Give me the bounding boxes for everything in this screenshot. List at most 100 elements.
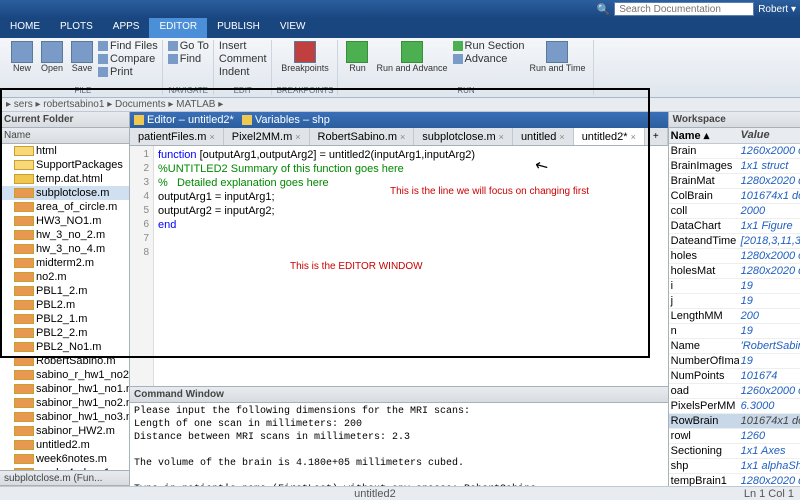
- user-menu[interactable]: Robert ▾: [758, 4, 796, 15]
- run-advance-button[interactable]: Run and Advance: [373, 40, 450, 74]
- workspace-row[interactable]: shp1x1 alphaSha: [669, 459, 800, 474]
- editor-tab[interactable]: patientFiles.m×: [130, 128, 224, 145]
- search-icon: 🔍: [596, 3, 610, 16]
- file-item[interactable]: PBL2_1.m: [0, 312, 129, 326]
- run-section-button[interactable]: Run Section: [453, 40, 525, 52]
- editor-area[interactable]: 12345678 function [outputArg1,outputArg2…: [130, 146, 668, 386]
- goto-button[interactable]: Go To: [168, 40, 209, 52]
- close-icon[interactable]: ×: [559, 132, 564, 142]
- file-item[interactable]: temp.dat.html: [0, 172, 129, 186]
- column-header[interactable]: Name: [0, 128, 129, 144]
- main-tab-view[interactable]: VIEW: [270, 18, 316, 38]
- file-item[interactable]: HW3_NO1.m: [0, 214, 129, 228]
- editor-tab[interactable]: untitled×: [513, 128, 574, 145]
- main-tab-apps[interactable]: APPS: [103, 18, 150, 38]
- workspace-row[interactable]: Name'RobertSabino: [669, 339, 800, 354]
- workspace-row[interactable]: NumPoints101674: [669, 369, 800, 384]
- file-item[interactable]: RobertSabino.m: [0, 354, 129, 368]
- file-item[interactable]: sabinor_hw1_no1.m: [0, 382, 129, 396]
- editor-tab[interactable]: RobertSabino.m×: [310, 128, 415, 145]
- new-tab-button[interactable]: +: [645, 128, 668, 145]
- workspace-row[interactable]: DateandTime[2018,3,11,3...: [669, 234, 800, 249]
- file-item[interactable]: hw_3_no_4.m: [0, 242, 129, 256]
- file-item[interactable]: hw_3_no_2.m: [0, 228, 129, 242]
- file-item[interactable]: sabinor_hw1_no3.m: [0, 410, 129, 424]
- open-button[interactable]: Open: [38, 40, 66, 74]
- close-icon[interactable]: ×: [400, 132, 405, 142]
- file-item[interactable]: sabinor_HW2.m: [0, 424, 129, 438]
- file-item[interactable]: untitled2.m: [0, 438, 129, 452]
- workspace-row[interactable]: ColBrain101674x1 dc: [669, 189, 800, 204]
- ribbon-group-label: EDIT: [234, 86, 252, 95]
- file-item[interactable]: no2.m: [0, 270, 129, 284]
- insert-button[interactable]: Insert: [219, 40, 267, 52]
- main-tab-home[interactable]: HOME: [0, 18, 50, 38]
- ribbon-group-label: FILE: [74, 86, 91, 95]
- address-bar[interactable]: ▸ sers ▸ robertsabino1 ▸ Documents ▸ MAT…: [0, 98, 800, 112]
- file-item[interactable]: sabinor_hw1_no2.m: [0, 396, 129, 410]
- run-button[interactable]: Run: [343, 40, 371, 74]
- main-tab-strip: HOMEPLOTSAPPSEDITORPUBLISHVIEW: [0, 18, 800, 38]
- workspace-row[interactable]: RowBrain101674x1 dc: [669, 414, 800, 429]
- file-item[interactable]: midterm2.m: [0, 256, 129, 270]
- file-item[interactable]: PBL1_2.m: [0, 284, 129, 298]
- indent-button[interactable]: Indent: [219, 66, 267, 78]
- close-icon[interactable]: ×: [499, 132, 504, 142]
- breakpoints-button[interactable]: Breakpoints: [278, 40, 332, 74]
- workspace-row[interactable]: n19: [669, 324, 800, 339]
- workspace-row[interactable]: holesMat1280x2020 dc: [669, 264, 800, 279]
- file-item[interactable]: html: [0, 144, 129, 158]
- file-item[interactable]: week6notes.m: [0, 452, 129, 466]
- file-item[interactable]: PBL2_2.m: [0, 326, 129, 340]
- find-button[interactable]: Find: [168, 53, 209, 65]
- workspace-row[interactable]: tempBrain11280x2020 dc: [669, 474, 800, 486]
- file-item[interactable]: subplotclose.m: [0, 186, 129, 200]
- ribbon-group-label: NAVIGATE: [169, 86, 208, 95]
- main-tab-plots[interactable]: PLOTS: [50, 18, 103, 38]
- search-input[interactable]: [614, 2, 754, 16]
- editor-tab[interactable]: subplotclose.m×: [414, 128, 513, 145]
- workspace-row[interactable]: DataChart1x1 Figure: [669, 219, 800, 234]
- main-tab-publish[interactable]: PUBLISH: [207, 18, 270, 38]
- ribbon: New Open Save Find Files Compare Print F…: [0, 38, 800, 98]
- workspace-row[interactable]: BrainMat1280x2020 dc: [669, 174, 800, 189]
- close-icon[interactable]: ×: [631, 132, 636, 142]
- workspace-row[interactable]: rowl1260: [669, 429, 800, 444]
- workspace-row[interactable]: j19: [669, 294, 800, 309]
- file-item[interactable]: PBL2.m: [0, 298, 129, 312]
- file-list: htmlSupportPackagestemp.dat.htmlsubplotc…: [0, 144, 129, 470]
- save-button[interactable]: Save: [68, 40, 96, 74]
- workspace-row[interactable]: LengthMM200: [669, 309, 800, 324]
- workspace-row[interactable]: PixelsPerMM6.3000: [669, 399, 800, 414]
- command-window-body[interactable]: Please input the following dimensions fo…: [130, 403, 668, 486]
- workspace-row[interactable]: coll2000: [669, 204, 800, 219]
- main-tab-editor[interactable]: EDITOR: [149, 18, 207, 38]
- find-files-button[interactable]: Find Files: [98, 40, 158, 52]
- new-button[interactable]: New: [8, 40, 36, 74]
- workspace-row[interactable]: oad1260x2000 c: [669, 384, 800, 399]
- run-time-button[interactable]: Run and Time: [526, 40, 588, 74]
- editor-tab[interactable]: Pixel2MM.m×: [224, 128, 310, 145]
- comment-button[interactable]: Comment: [219, 53, 267, 65]
- workspace-row[interactable]: BrainImages1x1 struct: [669, 159, 800, 174]
- workspace-row[interactable]: NumberOfIma...19: [669, 354, 800, 369]
- editor-tab[interactable]: untitled2*×: [574, 128, 645, 145]
- line-gutter: 12345678: [130, 146, 154, 386]
- workspace-row[interactable]: Sectioning1x1 Axes: [669, 444, 800, 459]
- close-icon[interactable]: ×: [209, 132, 214, 142]
- editor-tab-strip: patientFiles.m×Pixel2MM.m×RobertSabino.m…: [130, 128, 668, 146]
- command-window-title: Command Window: [130, 387, 668, 403]
- file-item[interactable]: SupportPackages: [0, 158, 129, 172]
- print-button[interactable]: Print: [98, 66, 158, 78]
- workspace-row[interactable]: holes1280x2000 c: [669, 249, 800, 264]
- annotation-text: This is the line we will focus on changi…: [390, 186, 589, 197]
- file-item[interactable]: PBL2_No1.m: [0, 340, 129, 354]
- workspace-row[interactable]: Brain1260x2000 c: [669, 144, 800, 159]
- compare-button[interactable]: Compare: [98, 53, 158, 65]
- advance-button[interactable]: Advance: [453, 53, 525, 65]
- file-item[interactable]: area_of_circle.m: [0, 200, 129, 214]
- workspace-row[interactable]: i19: [669, 279, 800, 294]
- close-icon[interactable]: ×: [295, 132, 300, 142]
- annotation-text: This is the EDITOR WINDOW: [290, 261, 423, 272]
- file-item[interactable]: sabino_r_hw1_no2.m: [0, 368, 129, 382]
